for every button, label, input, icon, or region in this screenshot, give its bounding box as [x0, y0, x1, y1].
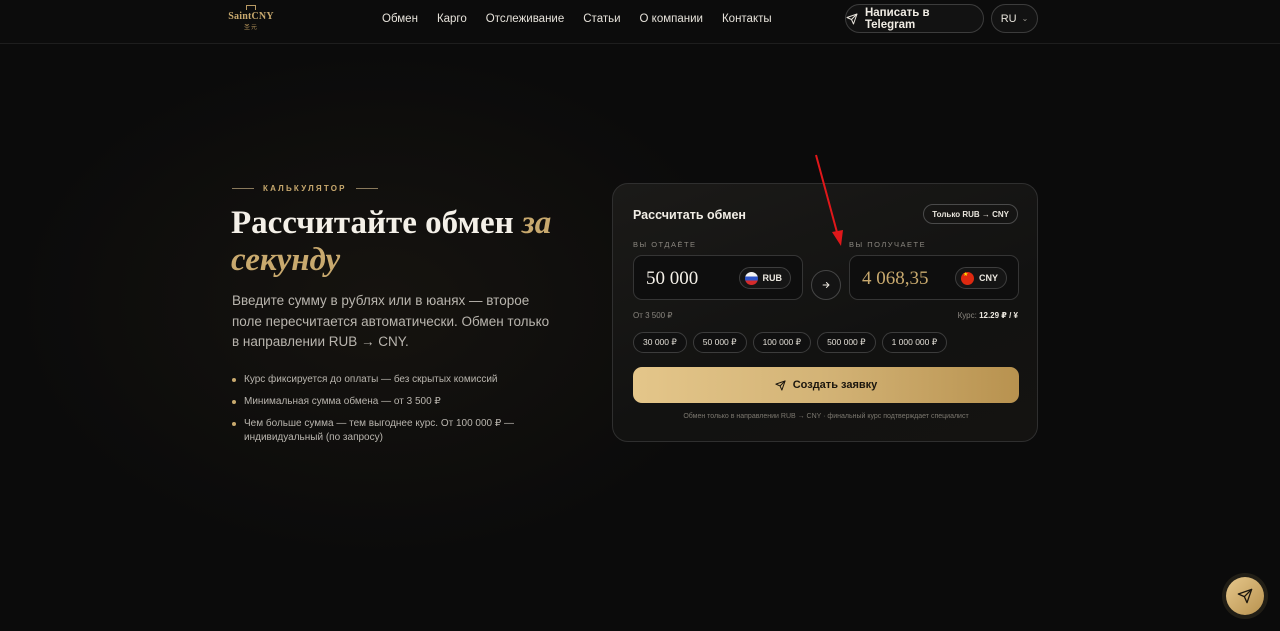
preset-chip[interactable]: 500 000 ₽ [817, 332, 876, 353]
feature-list: Курс фиксируется до оплаты — без скрытых… [232, 373, 592, 453]
give-amount-value: 50 000 [646, 268, 699, 289]
china-flag-icon [960, 271, 974, 285]
rate-label: Курс: [957, 311, 977, 320]
logo-subtext: 圣元 [243, 24, 258, 31]
logo[interactable]: SaintCNY 圣元 [228, 0, 274, 36]
create-request-label: Создать заявку [792, 379, 878, 391]
crown-icon [246, 5, 256, 10]
nav-link-about[interactable]: О компании [640, 13, 703, 25]
send-icon [775, 379, 786, 391]
nav-link-contacts[interactable]: Контакты [722, 13, 772, 25]
site-header: SaintCNY 圣元 Обмен Карго Отслеживание Ста… [0, 0, 1280, 44]
get-label: ВЫ ПОЛУЧАЕТЕ [849, 240, 927, 249]
page-title: Рассчитайте обмен за секунду [231, 205, 611, 279]
telegram-button[interactable]: Написать в Telegram [845, 4, 984, 33]
eyebrow-text: КАЛЬКУЛЯТОР [263, 183, 347, 193]
direction-arrow-button[interactable] [811, 270, 841, 300]
language-selector[interactable]: RU ⌄ [991, 4, 1038, 33]
section-eyebrow: КАЛЬКУЛЯТОР [232, 181, 378, 195]
minimum-amount-note: От 3 500 ₽ [633, 311, 673, 320]
nav-link-articles[interactable]: Статьи [583, 13, 620, 25]
logo-text: SaintCNY [228, 11, 274, 22]
direction-badge: Только RUB → CNY [923, 204, 1018, 224]
preset-chip[interactable]: 100 000 ₽ [752, 332, 812, 353]
feature-item: Чем больше сумма — тем выгоднее курс. От… [232, 417, 592, 445]
exchange-rate: Курс: 12.29 ₽ / ¥ [958, 311, 1018, 320]
calculator-footnote: Обмен только в направлении RUB → CNY · ф… [683, 413, 969, 420]
feature-item: Минимальная сумма обмена — от 3 500 ₽ [232, 395, 592, 409]
give-amount-field[interactable]: 50 000 RUB [633, 255, 803, 300]
chevron-down-icon: ⌄ [1021, 14, 1029, 23]
get-currency-code: CNY [978, 273, 998, 283]
preset-chip[interactable]: 50 000 ₽ [692, 332, 747, 353]
lead-paragraph: Введите сумму в рублях или в юанях — вто… [232, 293, 550, 349]
nav-link-exchange[interactable]: Обмен [382, 13, 418, 25]
create-request-button[interactable]: Создать заявку [633, 367, 1019, 403]
title-plain: Рассчитайте обмен [231, 205, 522, 241]
arrow-right-icon [822, 282, 830, 288]
get-currency-pill: CNY [954, 267, 1007, 289]
nav-link-tracking[interactable]: Отслеживание [486, 13, 564, 25]
give-currency-code: RUB [762, 273, 783, 283]
eyebrow-line-left [232, 187, 254, 189]
preset-amounts: 30 000 ₽ 50 000 ₽ 100 000 ₽ 500 000 ₽ 1 … [633, 332, 948, 353]
get-amount-field[interactable]: 4 068,35 CNY [849, 255, 1019, 300]
get-amount-value: 4 068,35 [862, 268, 929, 289]
red-annotation-arrow [815, 154, 843, 246]
calculator-title: Рассчитать обмен [633, 208, 746, 222]
eyebrow-line-right [355, 187, 378, 189]
preset-chip[interactable]: 30 000 ₽ [633, 332, 687, 353]
telegram-send-icon [846, 13, 858, 24]
give-label: ВЫ ОТДАЁТЕ [633, 240, 697, 249]
paper-plane-icon [1237, 588, 1253, 604]
russia-flag-icon [744, 271, 758, 285]
telegram-button-label: Написать в Telegram [864, 6, 930, 31]
rate-value: 12.29 ₽ / ¥ [979, 311, 1018, 320]
feature-item: Курс фиксируется до оплаты — без скрытых… [232, 373, 592, 387]
main-nav: Обмен Карго Отслеживание Статьи О компан… [382, 0, 772, 37]
nav-link-cargo[interactable]: Карго [437, 13, 467, 25]
language-code: RU [1000, 12, 1017, 25]
give-currency-pill: RUB [738, 267, 791, 289]
preset-chip[interactable]: 1 000 000 ₽ [881, 332, 948, 353]
floating-telegram-button[interactable] [1226, 577, 1264, 615]
